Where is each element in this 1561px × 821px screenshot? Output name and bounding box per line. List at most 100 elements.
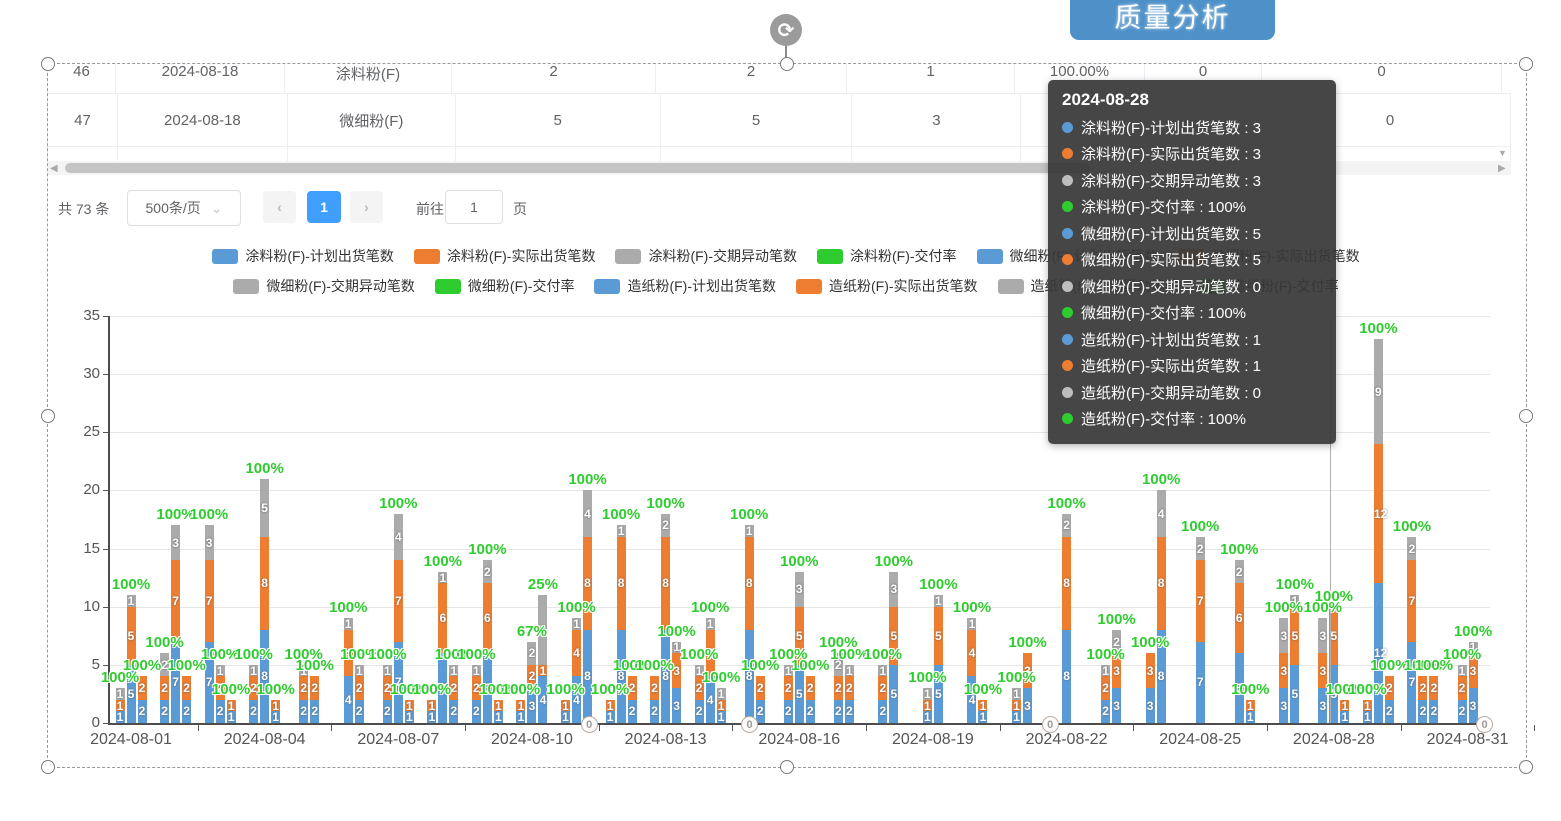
stacked-bar[interactable]: 772	[1196, 537, 1205, 723]
selection-handle[interactable]	[780, 760, 794, 774]
stacked-bar[interactable]: 884	[1157, 490, 1166, 723]
stacked-bar[interactable]: 11	[494, 700, 503, 723]
bar-value-label: 1	[355, 664, 364, 678]
stacked-bar[interactable]: 33	[1146, 653, 1155, 723]
stacked-bar[interactable]: 22	[182, 676, 191, 723]
table-hscrollbar-thumb[interactable]	[65, 163, 1090, 173]
stacked-bar[interactable]: 22	[310, 676, 319, 723]
stacked-bar[interactable]: 881	[745, 525, 754, 723]
stacked-bar[interactable]: 22	[756, 676, 765, 723]
stacked-bar[interactable]: 11	[427, 700, 436, 723]
bar-value-label: 1	[1246, 699, 1255, 713]
legend-item[interactable]: 涂料粉(F)-交期异动笔数	[615, 246, 797, 266]
stacked-bar[interactable]: 773	[171, 525, 180, 723]
selection-handle[interactable]	[780, 57, 794, 71]
legend-item[interactable]: 造纸粉(F)-计划出货笔数	[594, 276, 776, 296]
selection-handle[interactable]	[41, 57, 55, 71]
stacked-bar[interactable]: 33	[1023, 653, 1032, 723]
bar-value-label: 1	[1340, 699, 1349, 713]
stacked-bar[interactable]: 22	[1418, 676, 1427, 723]
bar-value-label: 2	[1062, 518, 1071, 532]
bar-value-label: 1	[271, 699, 280, 713]
stacked-bar[interactable]: 221	[845, 665, 854, 723]
stacked-bar[interactable]: 11	[405, 700, 414, 723]
goto-page-input[interactable]	[445, 190, 503, 224]
stacked-bar[interactable]: 772	[1407, 537, 1416, 723]
scroll-right-icon[interactable]: ▶	[1498, 163, 1506, 174]
delivery-rate-label: 100%	[502, 681, 540, 698]
stacked-bar[interactable]: 11	[271, 700, 280, 723]
bar-value-label: 1	[538, 664, 547, 678]
stacked-bar[interactable]: 551	[934, 595, 943, 723]
stacked-bar[interactable]: 221	[1101, 665, 1110, 723]
bar-value-label: 2	[845, 681, 854, 695]
stacked-bar[interactable]: 221	[355, 665, 364, 723]
selection-handle[interactable]	[1519, 57, 1533, 71]
x-axis-tick-label: 2024-08-25	[1159, 731, 1241, 749]
prev-page-button[interactable]: ‹	[263, 191, 296, 223]
stacked-bar[interactable]: 111	[923, 688, 932, 723]
selection-handle[interactable]	[41, 760, 55, 774]
page-size-select[interactable]: 500条/页 ⌄	[127, 190, 241, 226]
bar-value-label: 2	[784, 704, 793, 718]
next-page-button[interactable]: ›	[350, 191, 383, 223]
stacked-bar[interactable]: 11	[561, 700, 570, 723]
stacked-bar[interactable]: 22	[1429, 676, 1438, 723]
stacked-bar[interactable]: 882	[1062, 514, 1071, 723]
legend-item[interactable]: 造纸粉(F)-实际出货笔数	[796, 276, 978, 296]
stacked-bar[interactable]: 22	[650, 676, 659, 723]
stacked-bar[interactable]: 662	[1235, 560, 1244, 723]
tooltip-series-dot	[1062, 122, 1073, 133]
selection-handle[interactable]	[1519, 760, 1533, 774]
stacked-bar[interactable]: 11	[606, 700, 615, 723]
stacked-bar[interactable]: 11	[1363, 700, 1372, 723]
stacked-bar[interactable]: 416	[538, 595, 547, 723]
delivery-rate-label: 100%	[145, 634, 183, 651]
legend-item[interactable]: 涂料粉(F)-实际出货笔数	[414, 246, 596, 266]
table-cell: 2024-08-18	[116, 63, 285, 93]
stacked-bar[interactable]: 111	[717, 688, 726, 723]
delivery-rate-label: 100%	[1359, 320, 1397, 337]
stacked-bar[interactable]: 111	[1012, 688, 1021, 723]
stacked-bar[interactable]: 11	[227, 700, 236, 723]
stacked-bar[interactable]: 332	[1112, 630, 1121, 723]
x-axis-tick-label: 2024-08-19	[892, 731, 974, 749]
stacked-bar[interactable]: 11	[1246, 700, 1255, 723]
legend-item[interactable]: 涂料粉(F)-计划出货笔数	[212, 246, 394, 266]
stacked-bar[interactable]: 11	[516, 700, 525, 723]
legend-item-label: 微细粉(F)-交付率	[468, 276, 575, 296]
bar-value-label: 3	[527, 699, 536, 713]
stacked-bar[interactable]: 441	[344, 618, 353, 723]
stacked-bar[interactable]: 333	[1318, 618, 1327, 723]
stacked-bar[interactable]: 882	[661, 514, 670, 723]
table-cell	[852, 147, 1021, 161]
stacked-bar[interactable]: 11	[978, 700, 987, 723]
bar-value-label: 2	[355, 681, 364, 695]
x-axis-tick-mark	[331, 725, 332, 731]
legend-item[interactable]: 微细粉(F)-交付率	[435, 276, 575, 296]
stacked-bar[interactable]: 221	[1458, 665, 1467, 723]
stacked-bar[interactable]: 222	[834, 653, 843, 723]
selection-handle[interactable]	[1519, 409, 1533, 423]
legend-item[interactable]: 微细粉(F)-交期异动笔数	[233, 276, 415, 296]
rotate-icon[interactable]: ⟳	[770, 14, 802, 46]
table-cell: 2	[656, 63, 847, 93]
bar-value-label: 2	[1235, 565, 1244, 579]
bar-value-label: 7	[1196, 594, 1205, 608]
stacked-bar[interactable]: 11	[1340, 700, 1349, 723]
scroll-down-icon[interactable]: ▼	[1498, 148, 1507, 158]
tooltip-series-dot	[1062, 413, 1073, 424]
stacked-bar[interactable]: 333	[1279, 618, 1288, 723]
quality-analysis-button[interactable]: 质量分析	[1070, 0, 1275, 40]
legend-item[interactable]: 涂料粉(F)-交付率	[817, 246, 957, 266]
scroll-left-icon[interactable]: ◀	[50, 163, 58, 174]
stacked-bar[interactable]: 441	[572, 618, 581, 723]
stacked-bar[interactable]: 441	[967, 618, 976, 723]
stacked-bar[interactable]: 662	[483, 560, 492, 723]
selection-handle[interactable]	[41, 409, 55, 423]
stacked-bar[interactable]: 111	[116, 688, 125, 723]
zero-value-marker: 0	[581, 716, 598, 733]
stacked-bar[interactable]: 22	[806, 676, 815, 723]
page-number-button[interactable]: 1	[307, 191, 341, 223]
stacked-bar[interactable]: 221	[878, 665, 887, 723]
